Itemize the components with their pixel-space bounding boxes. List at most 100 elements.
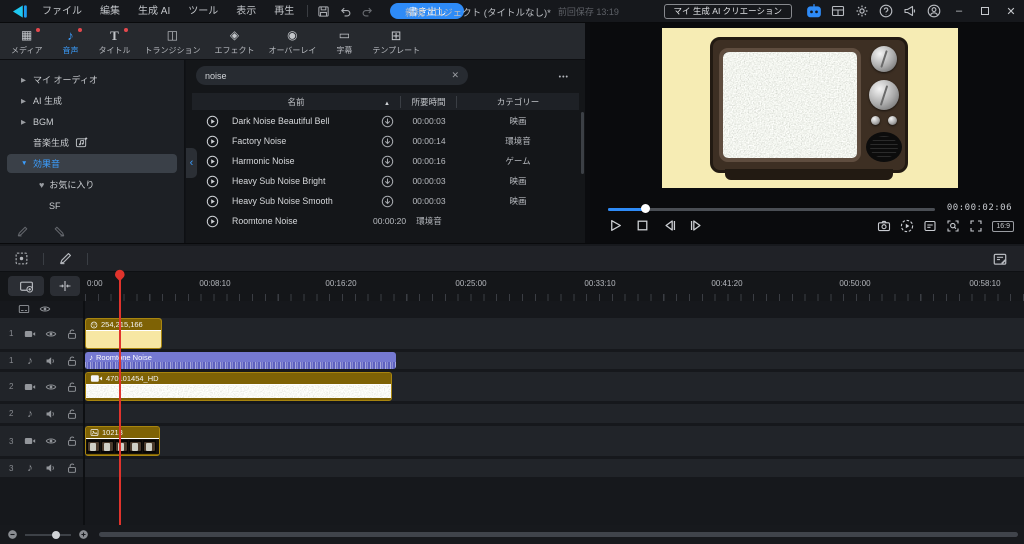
panel-tab[interactable]: テンプレート — [365, 26, 427, 59]
play-sound-icon[interactable] — [206, 175, 219, 188]
download-icon[interactable] — [381, 195, 394, 208]
menu-item[interactable]: 表示 — [227, 0, 265, 23]
menu-item[interactable]: ファイル — [33, 0, 91, 23]
seek-handle[interactable] — [641, 204, 650, 213]
render-preview-icon[interactable] — [900, 219, 914, 233]
play-sound-icon[interactable] — [206, 155, 219, 168]
ruler-label: 0:00 — [87, 279, 103, 288]
menu-item[interactable]: 再生 — [265, 0, 303, 23]
download-icon[interactable] — [381, 115, 394, 128]
ai-creations-button[interactable]: マイ 生成 AI クリエーション — [664, 4, 792, 19]
panel-tab[interactable]: オーバーレイ — [261, 26, 323, 59]
search-box[interactable] — [196, 66, 468, 85]
more-options-icon[interactable] — [559, 68, 569, 82]
pen-tool-icon[interactable] — [16, 225, 29, 238]
draw-tool-icon[interactable] — [58, 251, 73, 266]
zoom-out-button[interactable] — [7, 529, 18, 540]
zoom-slider-handle[interactable] — [52, 531, 60, 539]
audio-row[interactable]: Heavy Sub Noise Bright 00:00:03 映画 — [192, 171, 579, 191]
layout-icon[interactable] — [826, 0, 850, 23]
audio-row[interactable]: Heavy Sub Noise Smooth 00:00:03 映画 — [192, 191, 579, 211]
column-duration[interactable]: 所要時間 — [401, 96, 457, 108]
audio-row[interactable]: Dark Noise Beautiful Bell 00:00:03 映画 — [192, 111, 579, 131]
panel-tab[interactable]: 字幕 — [323, 26, 365, 59]
audio-row[interactable]: Roomtone Noise 00:00:20 環境音 — [192, 211, 579, 231]
save-button[interactable] — [312, 2, 334, 20]
audio-row[interactable]: Harmonic Noise 00:00:16 ゲーム — [192, 151, 579, 171]
close-button[interactable]: ✕ — [998, 0, 1024, 23]
sidebar-item[interactable]: お気に入り — [7, 175, 177, 194]
tv-static-screen — [719, 48, 861, 162]
play-sound-icon[interactable] — [206, 195, 219, 208]
account-icon[interactable] — [922, 0, 946, 23]
sidebar-item[interactable]: BGM — [7, 112, 177, 131]
help-icon[interactable] — [874, 0, 898, 23]
minimize-button[interactable]: – — [946, 0, 972, 23]
play-sound-icon[interactable] — [206, 115, 219, 128]
sidebar-item[interactable]: 効果音 — [7, 154, 177, 173]
video-clip[interactable]: 470101454_HD — [85, 372, 392, 401]
seek-bar[interactable] — [608, 208, 935, 211]
stop-button[interactable] — [635, 218, 650, 233]
menu-item[interactable]: 生成 AI — [129, 0, 179, 23]
export-button[interactable]: 書き出し — [390, 3, 464, 19]
audio-clip[interactable]: Roomtone Noise — [85, 352, 396, 369]
panel-tab[interactable]: タイトル — [91, 26, 137, 59]
timeline-edit-list-icon[interactable] — [992, 251, 1008, 267]
maximize-button[interactable] — [972, 0, 998, 23]
download-icon[interactable] — [381, 135, 394, 148]
ai-assistant-icon[interactable] — [802, 0, 826, 23]
menu-item[interactable]: ツール — [179, 0, 227, 23]
announcement-icon[interactable] — [898, 0, 922, 23]
aspect-ratio-badge[interactable]: 16:9 — [992, 221, 1014, 232]
panel-tab[interactable]: メディア — [4, 26, 49, 59]
play-button[interactable] — [608, 218, 623, 233]
play-sound-icon[interactable] — [206, 215, 219, 228]
clip-thumbnail — [101, 440, 114, 453]
play-sound-icon[interactable] — [206, 135, 219, 148]
snap-button[interactable] — [50, 276, 80, 296]
sidebar-item[interactable]: SF — [7, 196, 177, 215]
column-name[interactable]: 名前 — [192, 96, 401, 108]
snapshot-icon[interactable] — [877, 219, 891, 233]
collapse-sidebar-button[interactable] — [186, 148, 197, 178]
previous-frame-button[interactable] — [662, 218, 677, 233]
zoom-preview-icon[interactable] — [946, 219, 960, 233]
zoom-in-button[interactable] — [78, 529, 89, 540]
list-scrollbar[interactable] — [581, 112, 584, 174]
download-icon[interactable] — [381, 155, 394, 168]
timeline-toolbar — [0, 246, 1024, 272]
time-ruler[interactable]: 0:0000:08:1000:16:2000:25:0000:33:1000:4… — [85, 272, 1024, 301]
column-category[interactable]: カテゴリー — [457, 96, 579, 108]
sidebar-item[interactable]: 音楽生成 — [7, 133, 177, 152]
download-icon[interactable] — [381, 175, 394, 188]
panel-tab[interactable]: 音声 — [49, 26, 91, 59]
settings-gear-icon[interactable] — [850, 0, 874, 23]
sidebar-item[interactable]: マイ オーディオ — [7, 70, 177, 89]
color-clip[interactable]: 254,215,166 — [85, 318, 162, 349]
next-frame-button[interactable] — [689, 218, 704, 233]
redo-button[interactable] — [356, 2, 378, 20]
sidebar-item[interactable]: AI 生成 — [7, 91, 177, 110]
panel-divider[interactable] — [585, 23, 590, 243]
audio-row[interactable]: Factory Noise 00:00:14 環境音 — [192, 131, 579, 151]
undo-button[interactable] — [334, 2, 356, 20]
marker-list-icon[interactable] — [923, 219, 937, 233]
panel-tab[interactable]: トランジション — [137, 26, 207, 59]
zoom-slider[interactable] — [25, 534, 71, 536]
clip-thumbnails — [86, 439, 159, 454]
sidebar-item-label: マイ オーディオ — [33, 73, 98, 86]
search-input[interactable] — [205, 71, 451, 81]
track-manage-icon[interactable] — [14, 251, 29, 266]
menu-item[interactable]: 編集 — [91, 0, 129, 23]
screen-record-button[interactable] — [8, 276, 44, 296]
timeline-ruler-row: 0:0000:08:1000:16:2000:25:0000:33:1000:4… — [0, 272, 1024, 301]
panel-tab[interactable]: エフェクト — [207, 26, 261, 59]
chevron-icon — [21, 118, 33, 126]
tab-label: メディア — [11, 45, 42, 56]
fullscreen-icon[interactable] — [969, 219, 983, 233]
clear-search-icon[interactable] — [451, 70, 459, 81]
image-clip[interactable]: 10213 — [85, 426, 160, 456]
horizontal-scrollbar[interactable] — [99, 532, 1018, 537]
eraser-tool-icon[interactable] — [53, 225, 66, 238]
